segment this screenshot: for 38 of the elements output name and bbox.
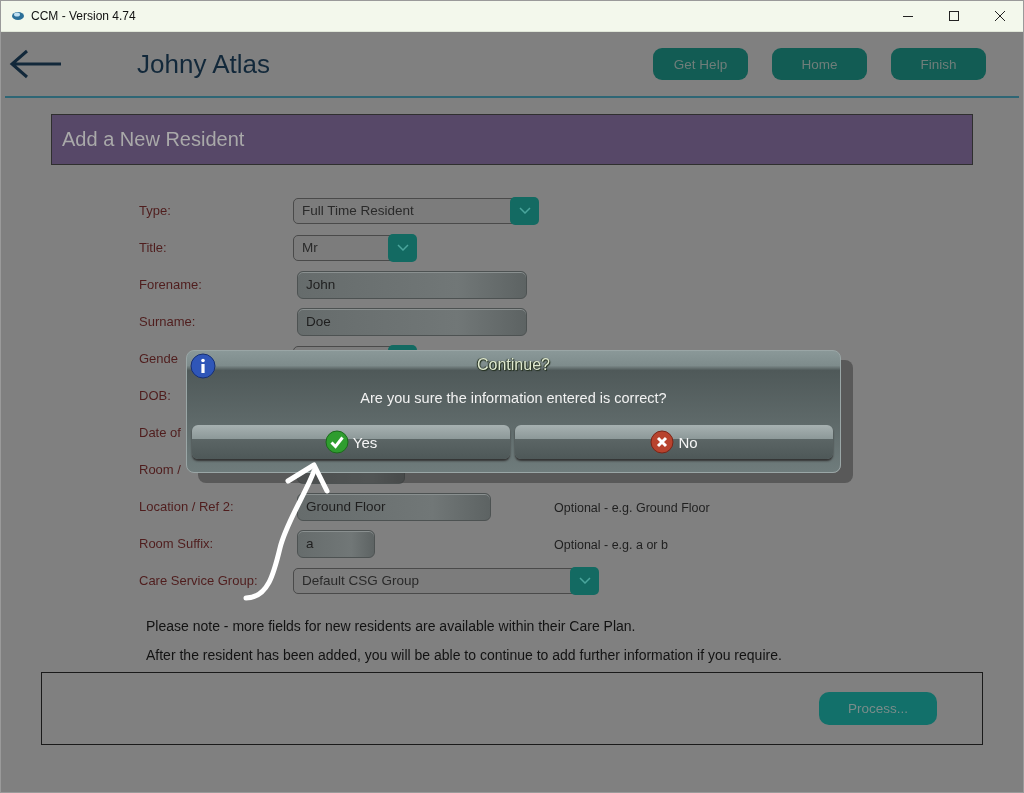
field-label: Room /	[139, 462, 182, 477]
input-field[interactable]: a	[297, 529, 375, 558]
field-label: Title:	[139, 240, 168, 255]
cancel-icon	[650, 430, 675, 454]
field-label: Type:	[139, 203, 172, 218]
header-button[interactable]: Get Help	[653, 48, 748, 80]
section-title: Add a New Resident	[62, 128, 245, 151]
note-text: After the resident has been added, you will be able to continue to add further information if you require.	[146, 647, 783, 663]
dialog-title: Continue?	[477, 356, 550, 374]
input-field[interactable]: Ground Floor	[297, 492, 491, 521]
field-label: Room Suffix:	[139, 536, 215, 551]
app-logo-icon	[11, 10, 25, 22]
dropdown[interactable]: Default CSG Group	[293, 567, 598, 594]
input-field[interactable]: John	[297, 270, 527, 299]
header-button[interactable]: Finish	[891, 48, 986, 80]
field-label: Date of	[139, 425, 182, 440]
hint-text: Optional - e.g. Ground Floor	[554, 500, 710, 515]
info-icon	[190, 353, 216, 379]
check-icon	[324, 430, 349, 454]
field-label: Surname:	[139, 314, 197, 329]
process-button[interactable]: Process...	[819, 692, 937, 725]
back-arrow-icon[interactable]	[9, 49, 63, 79]
field-label: DOB:	[139, 388, 172, 403]
dropdown[interactable]: Full Time Resident	[293, 197, 538, 224]
resident-name: Johny Atlas	[137, 48, 271, 80]
dropdown[interactable]: Mr	[293, 234, 416, 261]
yes-button[interactable]: Yes	[192, 425, 510, 459]
field-label: Care Service Group:	[139, 573, 259, 588]
header-button[interactable]: Home	[772, 48, 867, 80]
dialog-message: Are you sure the information entered is correct?	[360, 390, 667, 406]
input-field[interactable]: Doe	[297, 307, 527, 336]
no-button[interactable]: No	[515, 425, 833, 459]
field-label: Gende	[139, 351, 180, 366]
window-title: CCM - Version 4.74	[31, 9, 137, 23]
field-label: Location / Ref 2:	[139, 499, 235, 514]
field-label: Forename:	[139, 277, 203, 292]
hint-text: Optional - e.g. a or b	[554, 537, 668, 552]
note-text: Please note - more fields for new residents are available within their Care Plan.	[146, 618, 637, 634]
